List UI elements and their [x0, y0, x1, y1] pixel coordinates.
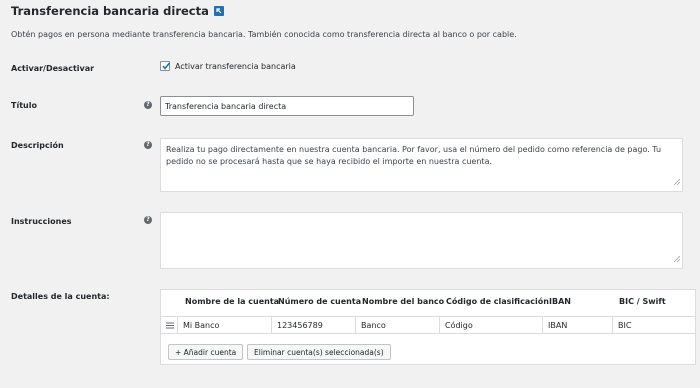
description-text: Realiza tu pago directamente en nuestra …: [166, 145, 662, 166]
help-icon[interactable]: ?: [144, 101, 152, 109]
sort-code-cell[interactable]: Código: [439, 317, 542, 334]
account-number-cell[interactable]: 123456789: [271, 317, 355, 334]
instructions-textarea[interactable]: [160, 212, 683, 269]
remove-accounts-button[interactable]: Eliminar cuenta(s) seleccionada(s): [247, 344, 391, 360]
column-header: IBAN: [549, 297, 571, 306]
column-header: BIC / Swift: [619, 297, 666, 306]
description-label: Descripción: [11, 141, 64, 150]
help-icon[interactable]: ?: [144, 141, 152, 149]
resize-grip-icon[interactable]: [673, 254, 681, 266]
bank-name-cell[interactable]: Banco: [355, 317, 439, 334]
page-description: Obtén pagos en persona mediante transfer…: [11, 30, 517, 39]
table-row[interactable]: Mi Banco 123456789 Banco Código IBAN BIC: [161, 316, 695, 334]
page-title: Transferencia bancaria directa: [11, 4, 224, 18]
iban-cell[interactable]: IBAN: [542, 317, 612, 334]
enable-checkbox[interactable]: [160, 61, 171, 71]
column-header: Nombre de la cuenta: [185, 297, 280, 306]
column-header: Nombre del banco: [362, 297, 445, 306]
bic-cell[interactable]: BIC: [612, 317, 695, 334]
column-header: Número de cuenta: [278, 297, 362, 306]
help-icon[interactable]: ?: [144, 216, 152, 224]
resize-grip-icon[interactable]: [673, 177, 681, 189]
instructions-label: Instrucciones: [11, 217, 72, 226]
enable-label: Activar/Desactivar: [11, 64, 95, 73]
accounts-label: Detalles de la cuenta:: [11, 292, 110, 301]
enable-checkbox-wrap[interactable]: Activar transferencia bancaria: [160, 61, 296, 71]
account-name-cell[interactable]: Mi Banco: [177, 317, 271, 334]
add-account-button[interactable]: + Añadir cuenta: [168, 344, 244, 360]
title-input[interactable]: [160, 96, 414, 116]
description-textarea[interactable]: Realiza tu pago directamente en nuestra …: [160, 138, 683, 192]
page-title-text: Transferencia bancaria directa: [11, 4, 209, 18]
enable-checkbox-label[interactable]: Activar transferencia bancaria: [175, 62, 296, 71]
column-header: Código de clasificación: [446, 297, 549, 306]
return-up-icon[interactable]: [213, 6, 224, 16]
drag-handle-icon[interactable]: [166, 322, 174, 331]
title-label: Título: [11, 101, 37, 110]
accounts-table: Nombre de la cuenta Número de cuenta Nom…: [160, 289, 696, 365]
